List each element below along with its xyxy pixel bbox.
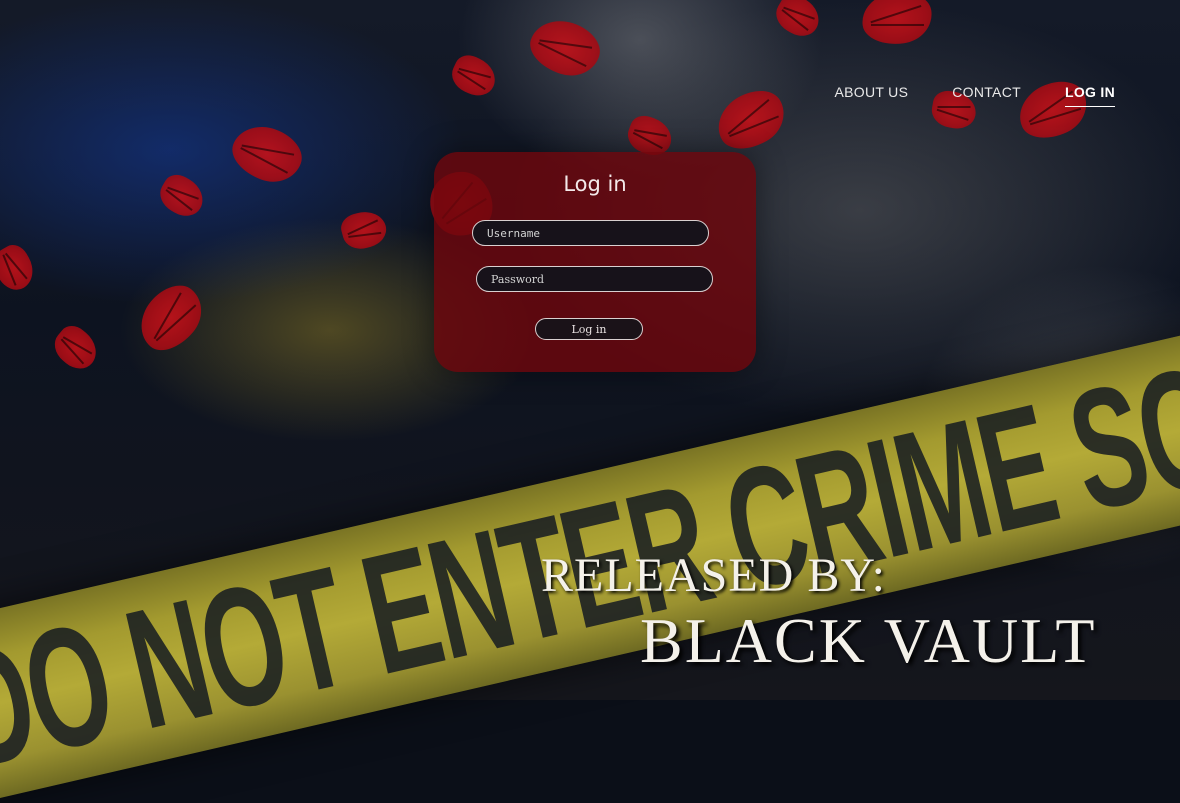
login-title: Log in xyxy=(563,172,627,196)
nav-log-in[interactable]: LOG IN xyxy=(1064,84,1115,107)
top-nav: ABOUT US CONTACT LOG IN xyxy=(835,84,1115,107)
nav-contact[interactable]: CONTACT xyxy=(952,84,1021,107)
publisher-name: BLACK VAULT xyxy=(640,605,1097,676)
released-by-heading: RELEASED BY: xyxy=(541,549,886,602)
username-input[interactable] xyxy=(472,220,709,246)
login-card: Log in Log in xyxy=(434,152,756,372)
nav-about-us[interactable]: ABOUT US xyxy=(835,84,909,107)
login-button[interactable]: Log in xyxy=(535,318,643,340)
password-input[interactable] xyxy=(476,266,713,292)
